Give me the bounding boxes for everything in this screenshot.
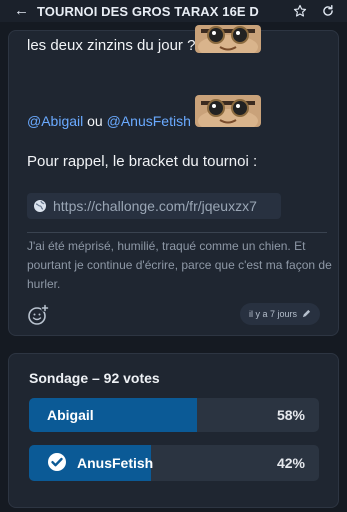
- poll-option-label: AnusFetish: [77, 455, 154, 471]
- poll-option-label: Abigail: [47, 407, 94, 423]
- sloth-glasses-emote-icon: [195, 25, 261, 53]
- poll-card: Sondage – 92 votes Abigail 58% AnusFetis…: [8, 353, 339, 508]
- mention-anusfetish[interactable]: @AnusFetish: [107, 113, 191, 129]
- signature-divider: [27, 232, 327, 233]
- poll-option-percent: 58%: [276, 407, 305, 423]
- post-text-line1: les deux zinzins du jour ?: [27, 37, 196, 54]
- mention-line: @Abigail ou @AnusFetish ?: [27, 113, 203, 129]
- poll-option-percent: 42%: [276, 455, 305, 471]
- check-circle-icon: [47, 452, 67, 472]
- sloth-glasses-emote-icon: [195, 95, 261, 127]
- star-icon[interactable]: [289, 0, 311, 22]
- signature-text: J'ai été méprisé, humilié, traqué comme …: [27, 239, 332, 291]
- bracket-link[interactable]: https://challonge.com/fr/jqeuxzx7: [27, 193, 281, 219]
- poll-option-anusfetish[interactable]: AnusFetish 42%: [29, 445, 319, 481]
- add-reaction-icon[interactable]: [27, 304, 49, 326]
- refresh-icon[interactable]: [317, 0, 339, 22]
- timestamp-text: il y a 7 jours: [248, 309, 297, 319]
- topic-title: TOURNOI DES GROS TARAX 16E D: [37, 3, 259, 19]
- post-text-line3: Pour rappel, le bracket du tournoi :: [27, 153, 258, 170]
- poll-option-abigail[interactable]: Abigail 58%: [29, 398, 319, 432]
- back-arrow-icon[interactable]: ←: [14, 0, 29, 22]
- timestamp-chip[interactable]: il y a 7 jours: [239, 303, 320, 325]
- connector-text: ou: [87, 113, 103, 129]
- globe-icon: [33, 199, 47, 213]
- mention-abigail[interactable]: @Abigail: [27, 113, 83, 129]
- top-bar: ← TOURNOI DES GROS TARAX 16E D: [0, 0, 347, 22]
- pencil-icon: [297, 309, 311, 320]
- link-url: https://challonge.com/fr/jqeuxzx7: [53, 198, 257, 214]
- poll-title: Sondage – 92 votes: [29, 370, 160, 386]
- post-card: les deux zinzins du jour ? @Abigail ou @…: [8, 25, 339, 336]
